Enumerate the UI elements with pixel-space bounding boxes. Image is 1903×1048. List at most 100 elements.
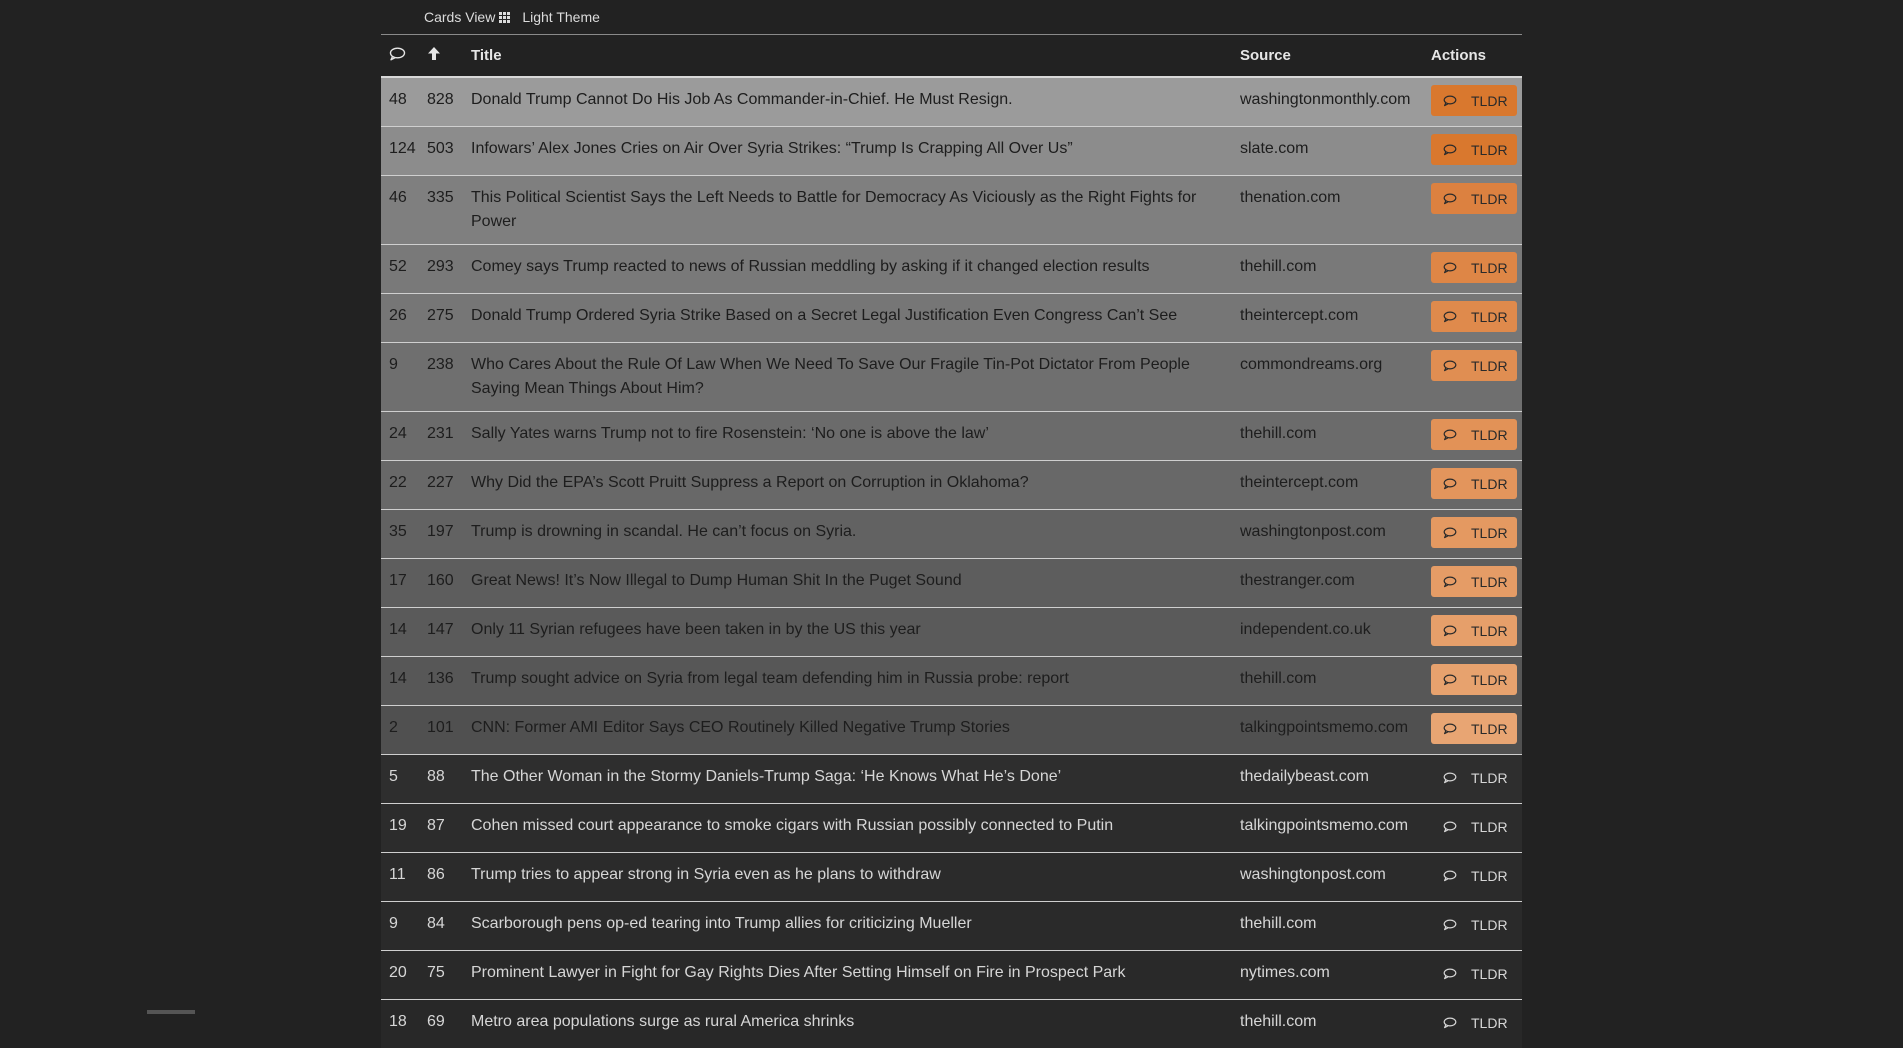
tldr-label: TLDR: [1471, 619, 1508, 643]
story-source[interactable]: thestranger.com: [1232, 559, 1423, 608]
score: 84: [419, 902, 463, 951]
row-actions: TLDR: [1423, 176, 1522, 245]
story-source[interactable]: thehill.com: [1232, 1000, 1423, 1048]
tldr-button[interactable]: TLDR: [1431, 958, 1517, 989]
comments-header[interactable]: [381, 35, 419, 77]
comment-count: 14: [381, 657, 419, 706]
story-title[interactable]: The Other Woman in the Stormy Daniels-Tr…: [463, 755, 1232, 804]
story-title[interactable]: Trump tries to appear strong in Syria ev…: [463, 853, 1232, 902]
row-actions: TLDR: [1423, 245, 1522, 294]
story-title[interactable]: Who Cares About the Rule Of Law When We …: [463, 343, 1232, 412]
row-actions: TLDR: [1423, 559, 1522, 608]
score: 231: [419, 412, 463, 461]
comment-icon: [1443, 95, 1457, 107]
story-source[interactable]: thehill.com: [1232, 657, 1423, 706]
table-row: 2075Prominent Lawyer in Fight for Gay Ri…: [381, 951, 1522, 1000]
tldr-button[interactable]: TLDR: [1431, 183, 1517, 214]
tldr-button[interactable]: TLDR: [1431, 1007, 1517, 1038]
story-source[interactable]: thehill.com: [1232, 902, 1423, 951]
score-header[interactable]: [419, 35, 463, 77]
source-header[interactable]: Source: [1232, 35, 1423, 77]
tldr-button[interactable]: TLDR: [1431, 860, 1517, 891]
story-source[interactable]: washingtonpost.com: [1232, 510, 1423, 559]
story-title[interactable]: Donald Trump Ordered Syria Strike Based …: [463, 294, 1232, 343]
story-source[interactable]: thehill.com: [1232, 412, 1423, 461]
tldr-label: TLDR: [1471, 864, 1508, 888]
table-row: 9238Who Cares About the Rule Of Law When…: [381, 343, 1522, 412]
row-actions: TLDR: [1423, 706, 1522, 755]
tldr-button[interactable]: TLDR: [1431, 85, 1517, 116]
story-title[interactable]: Infowars’ Alex Jones Cries on Air Over S…: [463, 127, 1232, 176]
story-title[interactable]: Why Did the EPA’s Scott Pruitt Suppress …: [463, 461, 1232, 510]
tldr-button[interactable]: TLDR: [1431, 566, 1517, 597]
tldr-label: TLDR: [1471, 89, 1508, 113]
story-source[interactable]: slate.com: [1232, 127, 1423, 176]
comment-icon: [1443, 919, 1457, 931]
cards-view-toggle[interactable]: Cards View: [424, 9, 510, 25]
score: 86: [419, 853, 463, 902]
tldr-button[interactable]: TLDR: [1431, 134, 1517, 165]
story-source[interactable]: washingtonmonthly.com: [1232, 77, 1423, 127]
comment-count: 9: [381, 902, 419, 951]
tldr-button[interactable]: TLDR: [1431, 252, 1517, 283]
title-header[interactable]: Title: [463, 35, 1232, 77]
tldr-button[interactable]: TLDR: [1431, 615, 1517, 646]
story-source[interactable]: talkingpointsmemo.com: [1232, 804, 1423, 853]
tldr-button[interactable]: TLDR: [1431, 811, 1517, 842]
row-actions: TLDR: [1423, 461, 1522, 510]
main-container: Cards View Light Theme: [381, 0, 1522, 1048]
tldr-button[interactable]: TLDR: [1431, 301, 1517, 332]
comment-icon: [1443, 478, 1457, 490]
story-title[interactable]: Comey says Trump reacted to news of Russ…: [463, 245, 1232, 294]
table-row: 1869Metro area populations surge as rura…: [381, 1000, 1522, 1048]
tldr-button[interactable]: TLDR: [1431, 468, 1517, 499]
story-source[interactable]: talkingpointsmemo.com: [1232, 706, 1423, 755]
score: 275: [419, 294, 463, 343]
story-source[interactable]: independent.co.uk: [1232, 608, 1423, 657]
story-source[interactable]: theintercept.com: [1232, 461, 1423, 510]
story-title[interactable]: Donald Trump Cannot Do His Job As Comman…: [463, 77, 1232, 127]
row-actions: TLDR: [1423, 902, 1522, 951]
tldr-label: TLDR: [1471, 815, 1508, 839]
story-title[interactable]: CNN: Former AMI Editor Says CEO Routinel…: [463, 706, 1232, 755]
comment-count: 14: [381, 608, 419, 657]
tldr-button[interactable]: TLDR: [1431, 419, 1517, 450]
scrollbar-thumb[interactable]: [147, 1010, 195, 1014]
table-row: 14136Trump sought advice on Syria from l…: [381, 657, 1522, 706]
story-source[interactable]: theintercept.com: [1232, 294, 1423, 343]
story-source[interactable]: nytimes.com: [1232, 951, 1423, 1000]
light-theme-toggle[interactable]: Light Theme: [522, 9, 600, 25]
tldr-button[interactable]: TLDR: [1431, 762, 1517, 793]
story-title[interactable]: Only 11 Syrian refugees have been taken …: [463, 608, 1232, 657]
table-row: 588The Other Woman in the Stormy Daniels…: [381, 755, 1522, 804]
comment-count: 17: [381, 559, 419, 608]
tldr-label: TLDR: [1471, 138, 1508, 162]
story-source[interactable]: thenation.com: [1232, 176, 1423, 245]
story-source[interactable]: commondreams.org: [1232, 343, 1423, 412]
story-title[interactable]: Scarborough pens op-ed tearing into Trum…: [463, 902, 1232, 951]
story-title[interactable]: Great News! It’s Now Illegal to Dump Hum…: [463, 559, 1232, 608]
story-source[interactable]: thehill.com: [1232, 245, 1423, 294]
story-title[interactable]: This Political Scientist Says the Left N…: [463, 176, 1232, 245]
tldr-button[interactable]: TLDR: [1431, 350, 1517, 381]
story-source[interactable]: washingtonpost.com: [1232, 853, 1423, 902]
row-actions: TLDR: [1423, 294, 1522, 343]
score: 147: [419, 608, 463, 657]
row-actions: TLDR: [1423, 1000, 1522, 1048]
comment-icon: [1443, 723, 1457, 735]
row-actions: TLDR: [1423, 510, 1522, 559]
tldr-button[interactable]: TLDR: [1431, 909, 1517, 940]
tldr-button[interactable]: TLDR: [1431, 664, 1517, 695]
story-source[interactable]: thedailybeast.com: [1232, 755, 1423, 804]
tldr-label: TLDR: [1471, 187, 1508, 211]
story-title[interactable]: Cohen missed court appearance to smoke c…: [463, 804, 1232, 853]
tldr-button[interactable]: TLDR: [1431, 713, 1517, 744]
table-row: 1987Cohen missed court appearance to smo…: [381, 804, 1522, 853]
story-title[interactable]: Sally Yates warns Trump not to fire Rose…: [463, 412, 1232, 461]
comment-count: 46: [381, 176, 419, 245]
story-title[interactable]: Metro area populations surge as rural Am…: [463, 1000, 1232, 1048]
story-title[interactable]: Prominent Lawyer in Fight for Gay Rights…: [463, 951, 1232, 1000]
tldr-button[interactable]: TLDR: [1431, 517, 1517, 548]
story-title[interactable]: Trump sought advice on Syria from legal …: [463, 657, 1232, 706]
story-title[interactable]: Trump is drowning in scandal. He can’t f…: [463, 510, 1232, 559]
